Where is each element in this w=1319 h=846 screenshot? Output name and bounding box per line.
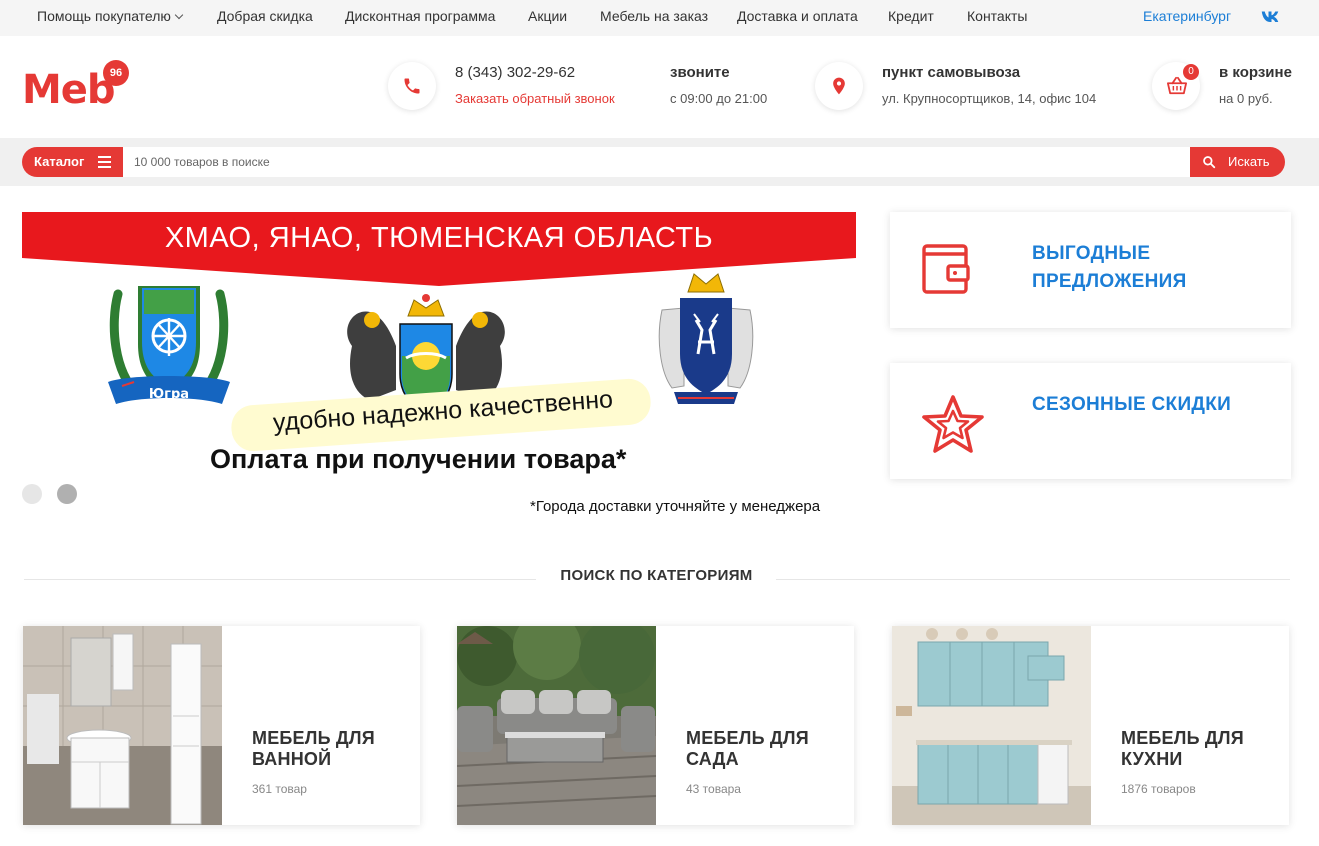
kitchen-furniture-image: [892, 626, 1091, 825]
cart-count-badge: 0: [1183, 64, 1199, 80]
category-title: МЕБЕЛЬ ДЛЯ САДА: [686, 728, 809, 769]
wallet-icon: [922, 244, 970, 294]
hours-label: звоните: [670, 64, 730, 81]
banner-note: *Города доставки уточняйте у менеджера: [530, 498, 821, 515]
nav-item-promotions[interactable]: Акции: [528, 0, 567, 32]
bathroom-furniture-image: [23, 626, 222, 825]
slider-dot-1[interactable]: [22, 484, 42, 504]
nav-item-discount-program[interactable]: Дисконтная программа: [345, 0, 495, 32]
banner-payment-text: Оплата при получении товара*: [210, 444, 627, 474]
nav-item-buyer-help[interactable]: Помощь покупателю: [37, 0, 184, 32]
cart-label[interactable]: в корзине: [1219, 64, 1292, 81]
promo-card-seasonal[interactable]: СЕЗОННЫЕ СКИДКИ: [890, 363, 1291, 479]
category-count: 1876 товаров: [1121, 782, 1196, 796]
category-card-kitchen[interactable]: МЕБЕЛЬ ДЛЯ КУХНИ 1876 товаров: [892, 626, 1289, 825]
callback-link[interactable]: Заказать обратный звонок: [455, 91, 615, 106]
logo-badge: 96: [103, 60, 129, 86]
nav-item-custom-furniture[interactable]: Мебель на заказ: [600, 0, 708, 32]
pickup-address[interactable]: ул. Крупносортщиков, 14, офис 104: [882, 91, 1096, 106]
site-header: Meb 96 8 (343) 302-29-62 Заказать обратн…: [0, 36, 1319, 138]
phone-icon-button[interactable]: [388, 62, 436, 110]
category-title: МЕБЕЛЬ ДЛЯ КУХНИ: [1121, 728, 1244, 769]
menu-icon: [98, 156, 111, 168]
top-nav: Помощь покупателю Добрая скидка Дисконтн…: [0, 0, 1319, 36]
phone-icon: [404, 78, 420, 94]
banner-title: ХМАО, ЯНАО, ТЮМЕНСКАЯ ОБЛАСТЬ: [164, 222, 714, 254]
promo-seasonal-label: СЕЗОННЫЕ СКИДКИ: [1032, 394, 1232, 415]
slider-dot-2[interactable]: [57, 484, 77, 504]
category-title: МЕБЕЛЬ ДЛЯ ВАННОЙ: [252, 728, 375, 769]
search-button[interactable]: Искать: [1190, 147, 1285, 177]
search-input[interactable]: [123, 147, 1190, 177]
site-logo[interactable]: Meb 96: [22, 58, 132, 118]
nav-item-kind-discount[interactable]: Добрая скидка: [217, 0, 313, 32]
nav-item-contacts[interactable]: Контакты: [967, 0, 1027, 32]
nav-item-delivery[interactable]: Доставка и оплата: [737, 0, 858, 32]
category-count: 361 товар: [252, 782, 307, 796]
vk-icon[interactable]: [1261, 9, 1279, 23]
location-pin-icon: [833, 77, 845, 95]
phone-number[interactable]: 8 (343) 302-29-62: [455, 64, 575, 81]
category-card-bathroom[interactable]: МЕБЕЛЬ ДЛЯ ВАННОЙ 361 товар: [23, 626, 420, 825]
star-icon: [922, 395, 984, 453]
search-bar: Каталог Искать: [0, 138, 1319, 186]
svg-text:Югра: Югра: [149, 387, 189, 402]
category-card-garden[interactable]: МЕБЕЛЬ ДЛЯ САДА 43 товара: [457, 626, 854, 825]
catalog-button[interactable]: Каталог: [22, 147, 123, 177]
basket-icon: [1166, 76, 1187, 95]
garden-furniture-image: [457, 626, 656, 825]
nav-item-credit[interactable]: Кредит: [888, 0, 934, 32]
yugra-crest-icon: Югра: [108, 286, 230, 404]
pickup-label: пункт самовывоза: [882, 64, 1021, 81]
categories-heading: ПОИСК ПО КАТЕГОРИЯМ: [560, 567, 753, 584]
location-icon-button[interactable]: [815, 62, 863, 110]
hero-banner[interactable]: ХМАО, ЯНАО, ТЮМЕНСКАЯ ОБЛАСТЬ Югра удобн…: [22, 212, 856, 522]
promo-card-offers[interactable]: ВЫГОДНЫЕ ПРЕДЛОЖЕНИЯ: [890, 212, 1291, 328]
cart-total: на 0 руб.: [1219, 91, 1273, 106]
category-count: 43 товара: [686, 782, 741, 796]
promo-offers-label: ВЫГОДНЫЕ ПРЕДЛОЖЕНИЯ: [1032, 243, 1187, 292]
city-selector[interactable]: Екатеринбург: [1143, 0, 1231, 32]
chevron-down-icon: [174, 10, 184, 20]
hours-value: с 09:00 до 21:00: [670, 91, 768, 106]
search-icon: [1203, 156, 1216, 169]
yamal-crest-icon: [658, 273, 754, 404]
